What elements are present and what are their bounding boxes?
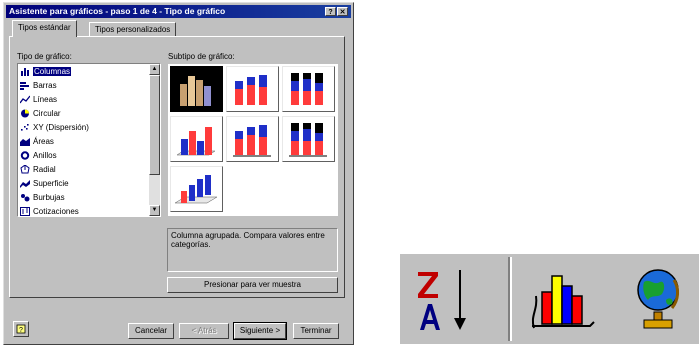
stacked-3d-column-thumb [233, 125, 271, 157]
office-assistant-button[interactable]: ? [13, 321, 29, 337]
subtype-3d-stacked-column[interactable] [226, 116, 279, 162]
standard-toolbar [400, 254, 699, 344]
web-globe-icon [637, 269, 680, 329]
next-button-label: Siguiente > [239, 326, 281, 335]
subtype-3d-clustered-column[interactable] [170, 116, 223, 162]
tab-label: Tipos estándar [18, 23, 71, 32]
chart-type-label: Tipo de gráfico: [17, 52, 72, 61]
line-chart-icon [20, 95, 30, 104]
subtype-3d-100-stacked-column[interactable] [282, 116, 335, 162]
column-chart-icon [21, 68, 29, 77]
list-item-circular[interactable]: Circular [20, 108, 148, 120]
subtype-description: Columna agrupada. Compara valores entre … [167, 228, 338, 272]
scroll-thumb[interactable] [149, 75, 160, 175]
clustered-3d-column-thumb [176, 127, 216, 156]
bar-chart-icon [20, 82, 29, 91]
list-item-barras[interactable]: Barras [20, 80, 148, 92]
subtype-grid [168, 64, 338, 216]
scatter-chart-icon [21, 124, 29, 131]
list-item-superficie[interactable]: Superficie [20, 178, 148, 190]
bubble-chart-icon [21, 194, 30, 202]
subtype-clustered-column[interactable] [170, 66, 223, 112]
list-item-areas[interactable]: Áreas [20, 136, 148, 148]
list-item-lineas[interactable]: Líneas [20, 94, 148, 106]
close-button[interactable]: ✕ [337, 7, 348, 16]
office-assistant-icon: ? [16, 324, 26, 334]
stacked-column-thumb [235, 75, 267, 105]
next-button[interactable]: Siguiente > [233, 322, 287, 340]
back-button-label: < Atrás [191, 326, 217, 335]
list-item-columnas[interactable]: Columnas [20, 66, 148, 78]
chart-wizard-button[interactable] [528, 266, 600, 336]
radar-chart-icon [20, 165, 30, 174]
list-item-cotizaciones[interactable]: Cotizaciones [20, 206, 148, 216]
percent-stacked-3d-column-thumb [289, 123, 327, 157]
percent-stacked-column-thumb [291, 73, 323, 105]
finish-button-label: Terminar [300, 326, 332, 335]
finish-button[interactable]: Terminar [293, 323, 339, 339]
pie-chart-icon [21, 109, 29, 118]
scroll-down-button[interactable]: ▼ [149, 205, 160, 216]
tab-label: Tipos personalizados [95, 25, 171, 34]
tab-standard-types[interactable]: Tipos estándar [12, 20, 77, 37]
tab-custom-types[interactable]: Tipos personalizados [89, 22, 177, 36]
subtype-label: Subtipo de gráfico: [168, 52, 235, 61]
dialog-title: Asistente para gráficos - paso 1 de 4 - … [9, 6, 226, 16]
toolbar-separator [508, 257, 512, 341]
doughnut-chart-icon [20, 151, 30, 161]
help-button[interactable]: ? [325, 7, 336, 16]
chart-wizard-icon [531, 275, 595, 329]
svg-text:?: ? [19, 327, 23, 334]
subtype-3d-column[interactable] [170, 166, 223, 212]
list-item-anillos[interactable]: Anillos [20, 150, 148, 162]
area-chart-icon [20, 138, 30, 147]
preview-button-label: Presionar para ver muestra [204, 280, 301, 289]
web-globe-button[interactable] [628, 264, 692, 338]
surface-chart-icon [20, 180, 30, 189]
scroll-up-button[interactable]: ▲ [149, 64, 160, 75]
chart-type-list[interactable]: Columnas Barras Líneas Circular XY (Disp… [17, 63, 161, 217]
list-scrollbar[interactable]: ▲ ▼ [149, 64, 160, 216]
back-button[interactable]: < Atrás [179, 323, 229, 339]
subtype-stacked-column[interactable] [226, 66, 279, 112]
column-3d-thumb [174, 175, 218, 204]
cancel-button[interactable]: Cancelar [128, 323, 174, 339]
clustered-column-thumb [180, 76, 211, 106]
stock-chart-icon [20, 207, 30, 216]
list-item-radial[interactable]: Radial [20, 164, 148, 176]
cancel-button-label: Cancelar [134, 326, 167, 335]
list-item-xy[interactable]: XY (Dispersión) [20, 122, 148, 134]
list-item-burbujas[interactable]: Burbujas [20, 192, 148, 204]
sort-descending-icon [418, 270, 466, 330]
subtype-100-stacked-column[interactable] [282, 66, 335, 112]
preview-button[interactable]: Presionar para ver muestra [167, 277, 338, 293]
sort-descending-button[interactable] [414, 264, 484, 338]
title-bar: Asistente para gráficos - paso 1 de 4 - … [6, 5, 351, 18]
